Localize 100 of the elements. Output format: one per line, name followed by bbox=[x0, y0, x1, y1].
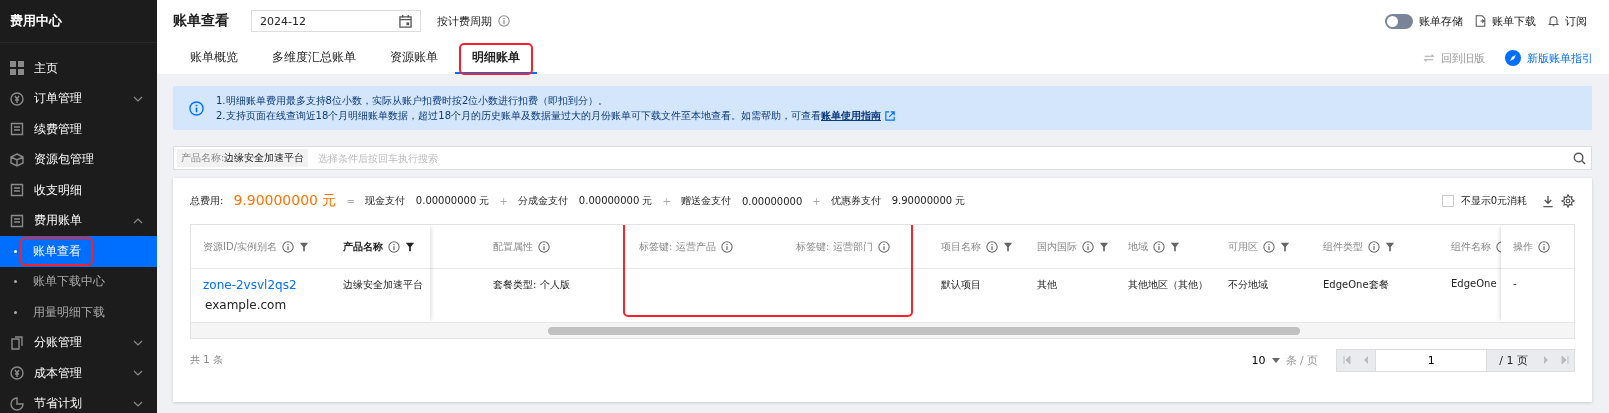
info-icon[interactable] bbox=[1082, 240, 1094, 253]
search-icon[interactable] bbox=[1573, 151, 1586, 165]
table-cell: EdgeOne bbox=[1451, 278, 1497, 289]
column-header[interactable]: 操作 bbox=[1513, 239, 1533, 254]
payment-label: 优惠券支付 bbox=[830, 194, 881, 208]
dropdown-caret-icon[interactable] bbox=[1271, 357, 1280, 363]
resource-link[interactable]: zone-2vsvl2qs2 bbox=[203, 278, 297, 292]
filter-tag[interactable]: 产品名称:边缘安全加速平台 bbox=[177, 149, 309, 167]
menu-icon bbox=[10, 335, 24, 350]
info-icon[interactable] bbox=[877, 240, 890, 253]
info-icon[interactable] bbox=[1153, 240, 1165, 253]
sidebar-item[interactable]: 费用账单 bbox=[0, 205, 157, 236]
sidebar-item[interactable]: 续费管理 bbox=[0, 114, 157, 145]
sidebar-subitem[interactable]: 账单查看 bbox=[0, 236, 157, 267]
payment-label: 赠送金支付 bbox=[680, 194, 731, 208]
info-icon[interactable] bbox=[986, 240, 998, 253]
document-icon[interactable] bbox=[1475, 15, 1486, 27]
menu-icon bbox=[10, 61, 24, 76]
search-field[interactable]: 产品名称:边缘安全加速平台 选择条件后按回车执行搜索 bbox=[173, 146, 1592, 170]
payment-label: 现金支付 bbox=[364, 194, 405, 208]
total-count: 共 1 条 bbox=[190, 353, 223, 367]
payment-amount: 0.00000000 元 bbox=[578, 194, 653, 208]
notice-text: 2.支持页面在线查询近18个月明细账单数据，超过18个月的历史账单及数据量过大的月份账单可下载文件至本地查看。如需帮助，可查看 bbox=[216, 109, 821, 123]
sidebar-item[interactable]: 成本管理 bbox=[0, 358, 157, 389]
sidebar-item[interactable]: 资源包管理 bbox=[0, 144, 157, 175]
table-cell: example.com bbox=[205, 298, 287, 312]
page-size-select[interactable]: 10 bbox=[1251, 353, 1266, 367]
settings-icon[interactable] bbox=[1561, 194, 1575, 208]
column-header[interactable]: 项目名称 bbox=[941, 239, 981, 254]
column-header[interactable]: 国内国际 bbox=[1037, 239, 1077, 254]
sidebar-item[interactable]: 收支明细 bbox=[0, 175, 157, 206]
column-header[interactable]: 产品名称 bbox=[343, 239, 383, 254]
menu-icon bbox=[10, 213, 24, 228]
payment-label: 分成金支付 bbox=[517, 194, 568, 208]
tab[interactable]: 明细账单 bbox=[455, 42, 537, 74]
info-icon[interactable] bbox=[498, 15, 510, 27]
info-icon[interactable] bbox=[1368, 240, 1380, 253]
plus-sign: + bbox=[499, 195, 508, 207]
guide-link[interactable]: 账单使用指南 bbox=[821, 108, 881, 123]
table-cell: 默认项目 bbox=[941, 278, 981, 292]
sidebar-item[interactable]: 订单管理 bbox=[0, 83, 157, 114]
first-page-icon bbox=[1342, 356, 1351, 364]
month-picker[interactable]: 2024-12 bbox=[251, 10, 421, 32]
sidebar-subitem[interactable]: 账单下载中心 bbox=[0, 266, 157, 297]
tab[interactable]: 多维度汇总账单 bbox=[255, 42, 373, 74]
column-header[interactable]: 配置属性 bbox=[493, 239, 533, 254]
plus-sign: + bbox=[662, 195, 671, 207]
column-header[interactable]: 组件名称 bbox=[1451, 239, 1491, 254]
subscribe-button[interactable]: 订阅 bbox=[1565, 13, 1587, 29]
info-icon[interactable] bbox=[282, 240, 295, 253]
menu-icon bbox=[10, 122, 24, 137]
page-size-unit: 条 / 页 bbox=[1285, 352, 1319, 368]
bell-icon[interactable] bbox=[1548, 15, 1559, 27]
page-title: 账单查看 bbox=[173, 12, 229, 30]
external-link-icon bbox=[885, 110, 895, 121]
table-cell: 边缘安全加速平台 bbox=[343, 278, 423, 292]
sidebar-subitem[interactable]: 用量明细下载 bbox=[0, 297, 157, 328]
download-button[interactable]: 账单下载 bbox=[1492, 13, 1536, 29]
tab[interactable]: 账单概览 bbox=[173, 42, 255, 74]
column-header[interactable]: 可用区 bbox=[1228, 239, 1258, 254]
table-cell: 不分地域 bbox=[1228, 278, 1268, 292]
info-icon[interactable] bbox=[388, 240, 400, 253]
tab[interactable]: 资源账单 bbox=[373, 42, 455, 74]
column-header[interactable]: 资源ID/实例别名 bbox=[203, 239, 278, 254]
filter-icon[interactable] bbox=[405, 241, 415, 252]
next-icon bbox=[1541, 356, 1550, 364]
column-header[interactable]: 标签键: 运营部门 bbox=[796, 239, 873, 254]
info-icon[interactable] bbox=[1263, 240, 1275, 253]
storage-toggle[interactable] bbox=[1385, 13, 1413, 29]
column-header[interactable]: 标签键: 运营产品 bbox=[639, 239, 716, 254]
toggle-label: 账单存储 bbox=[1419, 13, 1463, 29]
page-total: / 1 页 bbox=[1498, 352, 1529, 369]
column-header[interactable]: 组件类型 bbox=[1323, 239, 1363, 254]
period-label: 按计费周期 bbox=[437, 13, 492, 29]
download-icon[interactable] bbox=[1542, 194, 1554, 208]
last-page-icon bbox=[1560, 356, 1569, 364]
menu-icon bbox=[10, 366, 24, 381]
checkbox[interactable] bbox=[1441, 195, 1454, 207]
compass-icon[interactable] bbox=[1505, 50, 1521, 66]
info-icon[interactable] bbox=[538, 240, 550, 253]
guide-button[interactable]: 新版账单指引 bbox=[1527, 50, 1593, 66]
page-input[interactable]: 1 bbox=[1375, 349, 1488, 371]
scrollbar-thumb[interactable] bbox=[548, 326, 1300, 335]
menu-icon bbox=[10, 183, 24, 198]
info-icon bbox=[189, 100, 204, 116]
total-amount: 9.90000000 元 bbox=[233, 192, 337, 210]
equals-sign: = bbox=[346, 195, 355, 207]
column-header[interactable]: 地域 bbox=[1128, 239, 1148, 254]
checkbox-label: 不显示0元消耗 bbox=[1460, 194, 1527, 208]
info-icon[interactable] bbox=[720, 240, 733, 253]
table-cell: 其他 bbox=[1037, 278, 1057, 292]
table-cell: 套餐类型: 个人版 bbox=[493, 278, 570, 292]
payment-amount: 9.90000000 元 bbox=[891, 194, 966, 208]
sidebar-item[interactable]: 主页 bbox=[0, 53, 157, 84]
sidebar-item[interactable]: 分账管理 bbox=[0, 327, 157, 358]
info-icon[interactable] bbox=[1538, 240, 1550, 253]
notice-text: 1.明细账单费用最多支持8位小数，实际从账户扣费时按2位小数进行扣费（即扣到分）。 bbox=[216, 94, 609, 108]
sidebar-item[interactable]: 节省计划 bbox=[0, 388, 157, 413]
table-cell: 其他地区（其他） bbox=[1128, 278, 1208, 292]
plus-sign: + bbox=[812, 195, 821, 207]
